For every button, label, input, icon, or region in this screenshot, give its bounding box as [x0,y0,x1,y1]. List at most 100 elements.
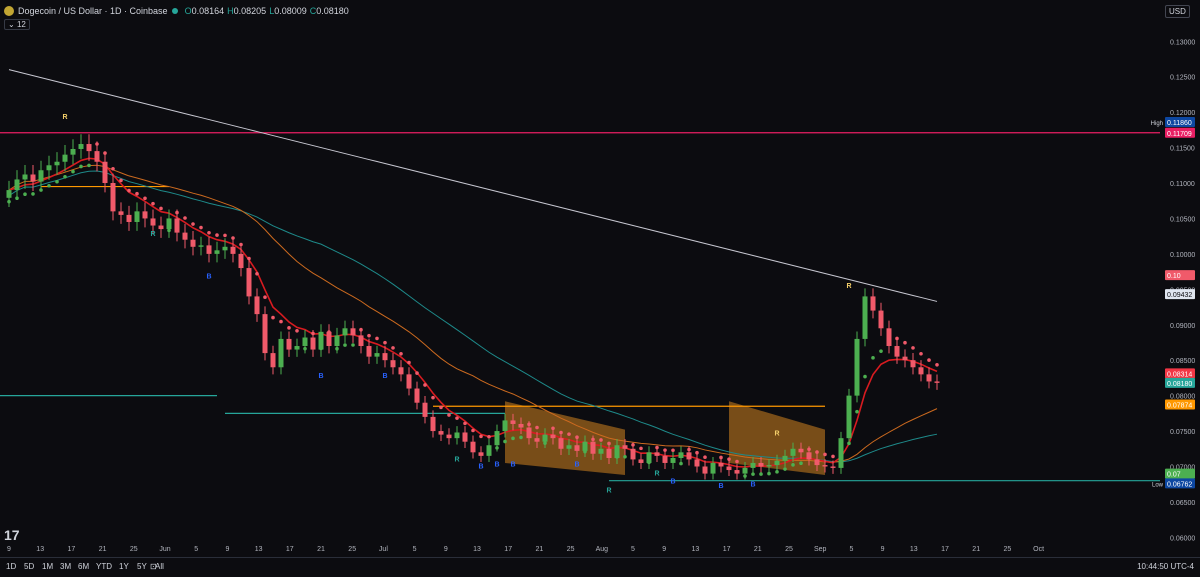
trend-dot [823,452,827,457]
trend-dot [63,174,67,179]
trend-dot [791,463,795,467]
x-tick-label: 21 [754,546,762,553]
candle-body [590,441,596,454]
trend-dot [327,330,331,334]
candle-body [238,253,244,269]
candle-body [118,211,124,215]
candle-body [918,367,924,375]
trend-dot [71,169,75,174]
trend-dot [143,196,147,201]
trend-dot [295,329,299,333]
x-tick-label: 25 [1004,546,1012,553]
candle-body [630,448,636,460]
trend-dot [543,441,547,445]
trend-dot [591,437,595,442]
signal-label: B [382,373,387,380]
trend-dot [743,474,747,478]
trend-dot [759,472,763,476]
candle-body [774,460,780,466]
trend-dot [703,455,707,460]
indicators-toggle[interactable]: ⌄ 12 [4,19,30,30]
trend-dot [639,446,643,451]
candle-body [406,374,412,389]
trend-dot [775,470,779,474]
signal-label: B [670,479,675,486]
trend-dot [23,192,27,197]
clock[interactable]: 10:44:50 UTC-4 [1137,562,1194,571]
candle-body [454,432,460,439]
x-tick-label: 9 [225,546,229,553]
trend-dot [887,332,891,336]
timeframe-1y[interactable]: 1Y [119,562,129,571]
trend-dot [135,191,139,196]
trend-dot [599,438,603,442]
price-tag-value: 0.10 [1167,273,1181,280]
timeframe-1m[interactable]: 1M [42,562,53,571]
currency-selector[interactable]: USD [1165,5,1190,18]
signal-label: B [574,461,579,468]
trend-dot [439,405,443,410]
candle-body [110,183,116,212]
trend-dot [583,449,587,454]
signal-label: R [606,488,611,495]
price-chart[interactable]: R R B B B R B B B B R R B B B R R 0.13000 0.12500 0.12000 0… [0,0,1200,576]
trend-dot [407,360,411,365]
x-tick-label: 25 [348,546,356,553]
trend-dot [511,436,515,441]
trend-dot [855,409,859,414]
candle-body [926,374,932,382]
candle-body [678,452,684,458]
y-tick-label: 0.12500 [1170,75,1195,82]
trend-dot [159,206,163,211]
candle-body [30,174,36,182]
trend-dot [255,272,259,276]
trend-dot [879,349,883,353]
candle-body [814,459,820,466]
x-tick-label: 13 [255,546,263,553]
trend-dot [431,395,435,400]
candle-body [22,174,28,180]
candle-body [654,452,660,456]
candle-body [886,328,892,347]
timeframe-3m[interactable]: 3M [60,562,71,571]
candle-body [934,381,940,383]
trend-dot [271,315,275,320]
y-tick-label: 0.06500 [1170,500,1195,507]
timeframe-1d[interactable]: 1D [6,562,16,571]
x-tick-label: 9 [662,546,666,553]
x-tick-label: Oct [1033,546,1044,553]
candle-body [662,455,668,463]
trend-dot [207,230,211,235]
trend-dot [175,210,179,215]
trend-dot [911,346,915,350]
timeframe-5d[interactable]: 5D [24,562,34,571]
candle-body [582,441,588,451]
x-tick-label: 5 [413,546,417,553]
trend-dot [559,430,563,435]
timeframe-ytd[interactable]: YTD [96,562,112,571]
trend-dot [711,469,715,474]
trend-dot [311,331,315,336]
candle-body [910,360,916,368]
signal-label: B [750,481,755,488]
timeframe-5y[interactable]: 5Y [137,562,147,571]
candle-body [702,466,708,474]
symbol-header[interactable]: Dogecoin / US Dollar · 1D · Coinbase O0.… [4,4,349,18]
candle-body [86,144,92,152]
candle-body [734,470,740,474]
trend-dot [679,461,683,466]
candle-body [822,465,828,467]
trend-dot [39,188,43,192]
candle-body [526,427,532,439]
candle-body [870,296,876,311]
candle-body [606,448,612,458]
timeframe-6m[interactable]: 6M [78,562,89,571]
candle-body [6,190,12,198]
candle-body [262,314,268,354]
close-value: 0.08180 [316,6,349,16]
trend-dot [151,201,155,206]
tradingview-logo-icon[interactable]: 17 [4,527,20,543]
date-range-icon[interactable]: ⊡ [150,562,157,571]
trend-dot [519,435,523,440]
candle-body [142,211,148,219]
